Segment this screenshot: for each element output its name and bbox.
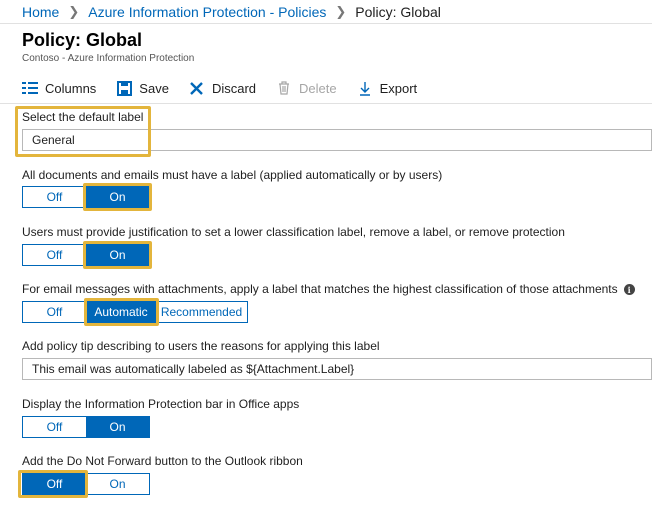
default-label-field[interactable]: General (22, 129, 652, 151)
ip-bar-off[interactable]: Off (23, 417, 86, 437)
columns-label: Columns (45, 80, 97, 96)
export-button[interactable]: Export (357, 80, 418, 96)
do-not-forward-off[interactable]: Off (23, 474, 86, 494)
attachments-recommended[interactable]: Recommended (156, 302, 247, 322)
ip-bar-toggle[interactable]: Off On (22, 416, 150, 438)
breadcrumb-current: Policy: Global (355, 4, 441, 20)
mandatory-label-toggle[interactable]: Off On (22, 186, 150, 208)
justification-off[interactable]: Off (23, 245, 86, 265)
attachments-automatic[interactable]: Automatic (86, 302, 156, 322)
attachments-off[interactable]: Off (23, 302, 86, 322)
export-label: Export (379, 80, 418, 96)
columns-button[interactable]: Columns (22, 80, 96, 96)
breadcrumb-home-link[interactable]: Home (22, 4, 59, 20)
mandatory-label-on[interactable]: On (86, 187, 149, 207)
breadcrumb: Home ❯ Azure Information Protection - Po… (22, 3, 441, 21)
save-label: Save (139, 80, 169, 96)
download-icon (357, 80, 373, 96)
policy-tip-caption: Add policy tip describing to users the r… (22, 339, 380, 353)
page-subtitle: Contoso - Azure Information Protection (22, 53, 195, 64)
columns-icon (22, 80, 38, 96)
ip-bar-caption: Display the Information Protection bar i… (22, 397, 300, 411)
close-icon (189, 80, 205, 96)
trash-icon (276, 80, 292, 96)
justification-toggle[interactable]: Off On (22, 244, 150, 266)
do-not-forward-caption: Add the Do Not Forward button to the Out… (22, 454, 303, 468)
do-not-forward-toggle[interactable]: Off On (22, 473, 150, 495)
breadcrumb-policies-link[interactable]: Azure Information Protection - Policies (88, 4, 326, 20)
justification-on[interactable]: On (86, 245, 149, 265)
page-title: Policy: Global (22, 30, 143, 50)
divider (0, 103, 652, 104)
save-button[interactable]: Save (116, 80, 169, 96)
command-bar: Columns Save Discard Delete Export (22, 78, 437, 98)
discard-label: Discard (211, 80, 257, 96)
attachments-caption-text: For email messages with attachments, app… (22, 282, 618, 296)
delete-button[interactable]: Delete (276, 80, 337, 96)
delete-label: Delete (299, 80, 337, 96)
discard-button[interactable]: Discard (189, 80, 256, 96)
mandatory-label-caption: All documents and emails must have a lab… (22, 168, 443, 182)
attachments-toggle[interactable]: Off Automatic Recommended (22, 301, 248, 323)
justification-caption: Users must provide justification to set … (22, 225, 565, 239)
policy-tip-field[interactable]: This email was automatically labeled as … (22, 358, 652, 380)
default-label-caption: Select the default label (22, 110, 144, 124)
attachments-caption: For email messages with attachments, app… (22, 282, 635, 296)
mandatory-label-off[interactable]: Off (23, 187, 86, 207)
ip-bar-on[interactable]: On (86, 417, 149, 437)
info-icon[interactable]: i (623, 284, 635, 296)
chevron-right-icon: ❯ (68, 4, 80, 19)
divider (0, 23, 652, 24)
do-not-forward-on[interactable]: On (86, 474, 149, 494)
chevron-right-icon: ❯ (335, 4, 347, 19)
save-icon (116, 80, 132, 96)
